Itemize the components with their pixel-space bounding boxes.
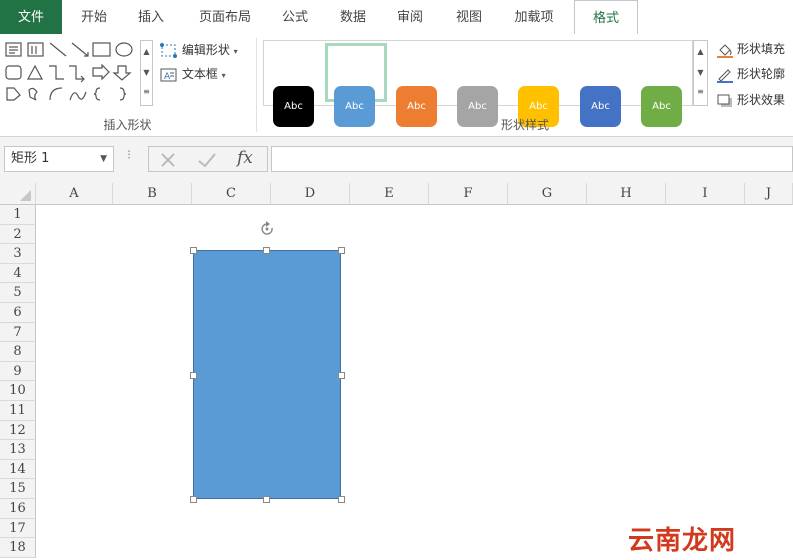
worksheet-grid[interactable]: ABCDEFGHIJ 1 2 3 4 5 6 7 8 9 10 11 12 13 14 15 16 17 18 [0,183,793,560]
insert-function-icon[interactable]: fx [237,148,253,168]
pen-icon [717,68,733,83]
resize-handle-top[interactable] [263,247,270,254]
tab-view[interactable]: 视图 [446,0,492,34]
column-header[interactable]: D [271,183,350,205]
shape-outline-button[interactable]: 形状轮廓 [716,64,785,84]
row-header[interactable]: 17 [0,518,36,539]
row-header[interactable]: 14 [0,459,36,480]
shape-outline-label: 形状轮廓 [737,67,786,81]
text-box-label: 文本框 [181,67,218,81]
rotate-handle-icon[interactable] [257,220,277,242]
row-header[interactable]: 12 [0,420,36,441]
gallery-more-icon[interactable]: ≡ [141,83,152,101]
row-header[interactable]: 6 [0,303,36,323]
tab-review[interactable]: 审阅 [387,0,433,34]
row-header[interactable]: 2 [0,224,36,245]
shape-fill-button[interactable]: 形状填充 [716,39,785,59]
row-header[interactable]: 7 [0,322,36,343]
svg-text:A: A [164,72,171,82]
group-separator [256,38,257,132]
row-header[interactable]: 9 [0,361,36,382]
row-header[interactable]: 18 [0,538,36,558]
name-box-value: 矩形 1 [11,151,50,166]
chevron-down-icon[interactable]: ▼ [100,147,107,171]
watermark-text: 云南龙网 [628,526,737,556]
gallery-more-icon[interactable]: ≡ [694,83,707,101]
resize-handle-bottom-right[interactable] [338,496,345,503]
column-header[interactable]: J [745,183,793,205]
styles-gallery-scroll[interactable]: ▲ ▼ ≡ [693,40,708,106]
cancel-icon[interactable] [159,151,177,169]
text-box-button[interactable]: A 文本框 ▾ [160,64,226,84]
row-header[interactable]: 13 [0,440,36,460]
column-header[interactable]: G [508,183,587,205]
column-header[interactable]: E [350,183,429,205]
formula-input[interactable] [271,146,793,172]
resize-handle-top-right[interactable] [338,247,345,254]
shapes-gallery-scroll[interactable]: ▲ ▼ ≡ [140,40,153,106]
confirm-icon[interactable] [197,151,217,169]
rectangle-shape[interactable] [193,250,341,499]
edit-shape-label: 编辑形状 [181,43,230,57]
scroll-down-icon[interactable]: ▼ [694,62,707,83]
row-header[interactable]: 3 [0,244,36,264]
tab-page-layout[interactable]: 页面布局 [190,0,260,34]
shapes-gallery [4,40,140,106]
group-label-insert-shapes: 插入形状 [103,118,152,132]
chevron-down-icon: ▾ [221,71,226,80]
column-header[interactable]: I [666,183,745,205]
formula-bar: 矩形 1 ▼ ⁝ fx [0,137,793,183]
tab-home[interactable]: 开始 [68,0,120,34]
row-header[interactable]: 1 [0,205,36,225]
resize-handle-bottom-left[interactable] [190,496,197,503]
ribbon-tab-bar: 文件 开始 插入 页面布局 公式 数据 审阅 视图 加载项 格式 [0,0,793,36]
resize-handle-bottom[interactable] [263,496,270,503]
chevron-down-icon: ▾ [233,47,238,56]
tab-formulas[interactable]: 公式 [272,0,318,34]
row-header[interactable]: 5 [0,283,36,303]
scroll-down-icon[interactable]: ▼ [141,62,152,83]
row-header[interactable]: 15 [0,479,36,499]
tab-file[interactable]: 文件 [0,0,62,34]
tab-format[interactable]: 格式 [574,0,638,36]
ribbon: ▲ ▼ ≡ 编辑形状 ▾ A 文本框 ▾ 插入形状 Abc Abc Abc Abc Ab… [0,34,793,137]
name-box[interactable]: 矩形 1 ▼ [4,146,114,172]
edit-shape-icon [160,42,177,58]
shapes-gallery-icons[interactable] [4,40,140,106]
shape-effects-label: 形状效果 [737,93,786,107]
text-box-icon: A [160,68,177,82]
group-label-shape-styles: 形状样式 [500,118,549,132]
resize-handle-top-left[interactable] [190,247,197,254]
more-options-icon[interactable]: ⁝ [127,148,131,163]
resize-handle-left[interactable] [190,372,197,379]
tab-addins[interactable]: 加载项 [504,0,564,34]
scroll-up-icon[interactable]: ▲ [141,41,152,62]
column-header[interactable]: F [429,183,508,205]
row-header[interactable]: 4 [0,263,36,284]
resize-handle-right[interactable] [338,372,345,379]
column-header[interactable]: C [192,183,271,205]
row-header[interactable]: 8 [0,342,36,362]
tab-insert[interactable]: 插入 [125,0,177,34]
shape-fill-label: 形状填充 [737,42,786,56]
select-all-corner[interactable] [0,183,36,205]
row-header[interactable]: 16 [0,499,36,519]
shape-effects-icon [717,94,732,107]
scroll-up-icon[interactable]: ▲ [694,41,707,62]
formula-actions: fx [148,146,268,172]
shape-effects-button[interactable]: 形状效果 [716,90,785,110]
row-header[interactable]: 11 [0,401,36,421]
column-header[interactable]: H [587,183,666,205]
select-all-triangle-icon [19,190,31,201]
edit-shape-button[interactable]: 编辑形状 ▾ [160,40,238,60]
column-header[interactable]: B [113,183,192,205]
paint-bucket-icon [717,43,733,58]
row-header[interactable]: 10 [0,381,36,401]
tab-data[interactable]: 数据 [330,0,376,34]
column-header[interactable]: A [36,183,113,205]
